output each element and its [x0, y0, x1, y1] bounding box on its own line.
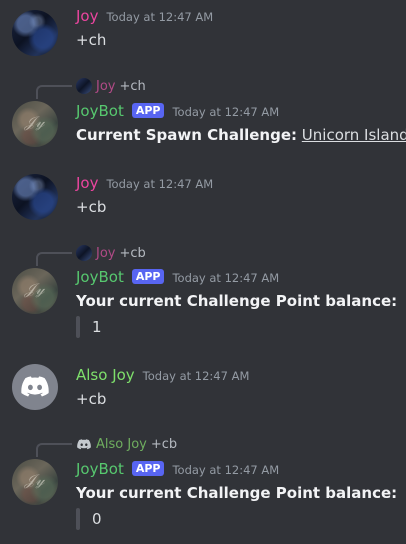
- timestamp: Today at 12:47 AM: [172, 271, 280, 285]
- author-name[interactable]: Joy: [76, 174, 98, 192]
- message-content: Your current Challenge Point balance:: [76, 292, 397, 310]
- message-header: Joy Today at 12:47 AM: [76, 7, 213, 25]
- author-name[interactable]: JoyBot: [76, 102, 124, 120]
- quote-bar: [76, 316, 80, 338]
- timestamp: Today at 12:47 AM: [172, 463, 280, 477]
- timestamp: Today at 12:47 AM: [106, 10, 214, 24]
- author-name[interactable]: JoyBot: [76, 460, 124, 478]
- reply-author[interactable]: Joy: [96, 79, 115, 94]
- app-badge: APP: [131, 269, 165, 284]
- avatar[interactable]: [12, 10, 58, 56]
- avatar[interactable]: 𝒥𝓎: [12, 101, 58, 147]
- avatar-mark: 𝒥𝓎: [24, 280, 46, 298]
- reply-text: +cb: [150, 436, 178, 452]
- balance-label: Your current Challenge Point balance:: [76, 484, 398, 502]
- avatar[interactable]: 𝒥𝓎: [12, 268, 58, 314]
- message-content: +ch: [76, 31, 107, 49]
- message-header: JoyBot APP Today at 12:47 AM: [76, 102, 279, 120]
- reply-text: +ch: [119, 78, 146, 94]
- reply-author[interactable]: Joy: [96, 246, 115, 261]
- discord-logo-icon: [21, 376, 49, 397]
- message-header: JoyBot APP Today at 12:47 AM: [76, 268, 279, 286]
- message-content: +cb: [76, 198, 107, 216]
- avatar[interactable]: [12, 364, 58, 410]
- reply-avatar: [76, 78, 92, 94]
- quote-bar: [76, 508, 80, 530]
- balance-value: 0: [92, 510, 102, 528]
- balance-quote: 1: [76, 316, 102, 338]
- reply-author[interactable]: Also Joy: [96, 437, 147, 452]
- message-content: Your current Challenge Point balance:: [76, 484, 397, 502]
- message-header: Also Joy Today at 12:47 AM: [76, 366, 249, 384]
- reply-spine: [36, 252, 72, 266]
- reply-avatar: [76, 436, 92, 452]
- author-name[interactable]: Also Joy: [76, 366, 135, 384]
- timestamp: Today at 12:47 AM: [142, 369, 250, 383]
- timestamp: Today at 12:47 AM: [172, 105, 280, 119]
- avatar-mark: 𝒥𝓎: [24, 113, 46, 131]
- chat-messages: Joy Today at 12:47 AM +ch Joy +ch 𝒥𝓎 Joy…: [0, 0, 406, 544]
- reply-spine: [36, 443, 72, 457]
- reply-spine: [36, 85, 72, 99]
- avatar[interactable]: 𝒥𝓎: [12, 459, 58, 505]
- message-content: +cb: [76, 390, 107, 408]
- message-header: JoyBot APP Today at 12:47 AM: [76, 460, 279, 478]
- timestamp: Today at 12:47 AM: [106, 177, 214, 191]
- discord-logo-icon: [77, 438, 91, 449]
- message-header: Joy Today at 12:47 AM: [76, 174, 213, 192]
- balance-quote: 0: [76, 508, 102, 530]
- app-badge: APP: [131, 103, 165, 118]
- message-content: Current Spawn Challenge: Unicorn Island: [76, 126, 406, 144]
- avatar[interactable]: [12, 174, 58, 220]
- balance-label: Your current Challenge Point balance:: [76, 292, 398, 310]
- reply-avatar: [76, 245, 92, 261]
- challenge-link[interactable]: Unicorn Island: [302, 126, 406, 144]
- reply-text: +cb: [119, 245, 146, 261]
- challenge-label: Current Spawn Challenge:: [76, 126, 298, 144]
- avatar-mark: 𝒥𝓎: [24, 471, 46, 489]
- author-name[interactable]: JoyBot: [76, 268, 124, 286]
- app-badge: APP: [131, 461, 165, 476]
- balance-value: 1: [92, 318, 102, 336]
- author-name[interactable]: Joy: [76, 7, 98, 25]
